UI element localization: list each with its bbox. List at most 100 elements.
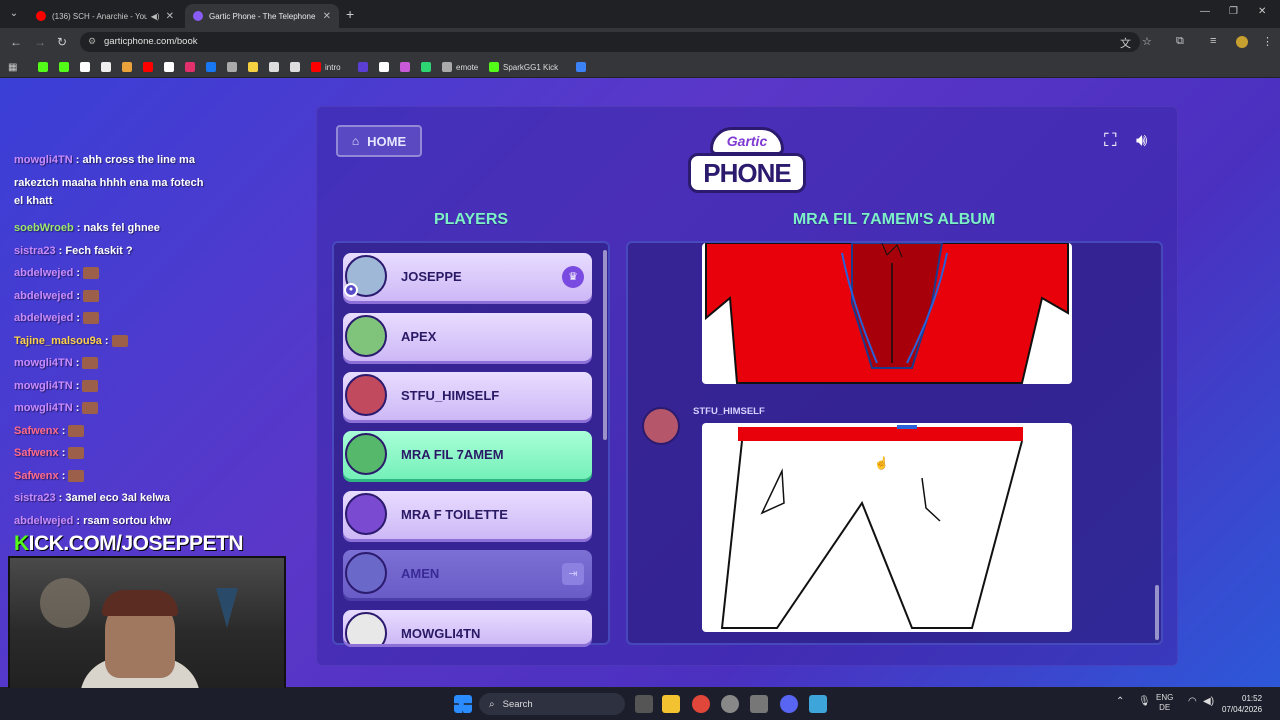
volume-icon[interactable]: 🔊︎ <box>1136 130 1147 151</box>
clock-time: 01:52 <box>1242 694 1263 703</box>
chat-username[interactable]: sistra23 <box>14 245 56 257</box>
speaker-icon[interactable]: ◀) <box>151 12 160 21</box>
bookmark-favicon-icon <box>122 62 132 72</box>
tray-chevron-icon[interactable]: ⌃ <box>1116 697 1124 707</box>
player-avatar <box>345 552 387 594</box>
player-name: STFU_HIMSELF <box>401 388 500 403</box>
bookmark-item[interactable] <box>576 60 590 74</box>
bookmark-item[interactable] <box>379 60 393 74</box>
bookmark-item[interactable]: emote <box>442 60 478 74</box>
menu-kebab-icon[interactable]: ⋮ <box>1262 35 1273 48</box>
bookmark-item[interactable] <box>122 60 136 74</box>
app-icon[interactable] <box>721 695 739 713</box>
forward-icon[interactable]: → <box>34 35 46 49</box>
chat-username[interactable]: Safwenx <box>14 425 59 437</box>
site-info-icon[interactable]: ⚙ <box>88 36 96 47</box>
fullscreen-icon[interactable]: ⛶ <box>1104 130 1117 151</box>
bookmark-item[interactable] <box>143 60 157 74</box>
discord-icon[interactable] <box>780 695 798 713</box>
bookmark-item[interactable] <box>206 60 220 74</box>
extensions-icon[interactable]: ⧉ <box>1176 35 1184 48</box>
notepad-icon[interactable] <box>809 695 827 713</box>
url-text[interactable]: garticphone.com/book <box>104 36 197 47</box>
tab-youtube[interactable]: (136) SCH - Anarchie - YouTube ◀) ✕ <box>28 4 182 28</box>
chat-username[interactable]: abdelwejed <box>14 312 73 324</box>
player-name: APEX <box>401 329 437 344</box>
chat-text: : <box>75 379 80 392</box>
players-scrollbar[interactable] <box>603 250 607 440</box>
chat-username[interactable]: soebWroeb <box>14 222 74 234</box>
album-heading: MRA FIL 7AMEM'S ALBUM <box>792 211 996 228</box>
restore-icon[interactable]: ❐ <box>1229 6 1238 17</box>
chat-username[interactable]: abdelwejed <box>14 267 73 279</box>
player-card[interactable]: MOWGLI4TN <box>343 610 592 644</box>
player-card[interactable]: MRA FIL 7AMEM <box>343 431 592 479</box>
player-card[interactable]: MRA F TOILETTE <box>343 491 592 539</box>
bookmark-item[interactable] <box>358 60 372 74</box>
chat-emote-icon <box>83 312 100 325</box>
microphone-icon[interactable]: 🎙︎ <box>1138 697 1151 707</box>
window-close-icon[interactable]: ✕ <box>1258 6 1266 17</box>
profile-avatar[interactable] <box>1236 36 1248 48</box>
apps-grid-icon[interactable]: ▦ <box>8 60 17 74</box>
bookmark-item[interactable] <box>227 60 241 74</box>
taskbar-clock[interactable]: 01:52 07/04/2026 <box>1222 693 1262 715</box>
chat-username[interactable]: mowgli4TN <box>14 154 73 166</box>
crown-icon: ♛ <box>562 266 584 288</box>
chat-username[interactable]: Safwenx <box>14 470 59 482</box>
speaker-tray-icon[interactable]: ◀) <box>1203 697 1214 707</box>
language-indicator[interactable]: ENG DE <box>1156 693 1173 713</box>
chat-emote-icon <box>83 267 100 280</box>
bookmark-item[interactable] <box>290 60 304 74</box>
chat-username[interactable]: abdelwejed <box>14 515 73 527</box>
minimize-icon[interactable]: — <box>1200 6 1210 17</box>
chat-username[interactable]: Safwenx <box>14 447 59 459</box>
bookmark-label: emote <box>456 62 479 72</box>
reload-icon[interactable]: ↻ <box>57 35 67 49</box>
bookmark-item[interactable] <box>59 60 73 74</box>
address-bar[interactable] <box>80 32 1140 52</box>
reading-list-icon[interactable]: ≡ <box>1210 35 1216 47</box>
chat-username[interactable]: sistra23 <box>14 492 56 504</box>
player-name: MRA F TOILETTE <box>401 507 508 522</box>
bookmark-item[interactable] <box>38 60 52 74</box>
tab-gartic[interactable]: Gartic Phone - The Telephone Game ✕ <box>185 4 339 28</box>
close-tab-icon[interactable]: ✕ <box>323 11 331 22</box>
tab-search-icon[interactable]: ⌄ <box>6 6 22 22</box>
task-view-icon[interactable] <box>635 695 653 713</box>
bookmark-item[interactable] <box>101 60 115 74</box>
back-icon[interactable]: ← <box>10 35 22 49</box>
translate-icon[interactable]: 文 <box>1120 35 1131 51</box>
settings-icon[interactable] <box>750 695 768 713</box>
new-tab-icon[interactable]: + <box>346 6 354 22</box>
bookmark-item[interactable] <box>421 60 435 74</box>
chat-username[interactable]: Tajine_malsou9a <box>14 335 102 347</box>
close-tab-icon[interactable]: ✕ <box>166 11 174 22</box>
chat-username[interactable]: mowgli4TN <box>14 380 73 392</box>
chrome-icon[interactable] <box>692 695 710 713</box>
bookmark-item[interactable] <box>185 60 199 74</box>
home-button[interactable]: ⌂ HOME <box>336 125 422 157</box>
file-explorer-icon[interactable] <box>662 695 680 713</box>
player-card[interactable]: APEX <box>343 313 592 361</box>
album-scrollbar[interactable] <box>1155 585 1159 640</box>
bookmark-item[interactable] <box>400 60 414 74</box>
chat-username[interactable]: abdelwejed <box>14 290 73 302</box>
bookmark-item[interactable]: intro <box>311 60 341 74</box>
chat-username[interactable]: mowgli4TN <box>14 402 73 414</box>
wifi-icon[interactable]: ◠ <box>1188 697 1197 707</box>
bookmark-star-icon[interactable]: ☆ <box>1142 35 1152 48</box>
chat-username[interactable]: mowgli4TN <box>14 357 73 369</box>
player-card[interactable]: ● JOSEPPE ♛ <box>343 253 592 301</box>
chat-emote-icon <box>111 334 128 347</box>
player-card[interactable]: AMEN ⇥ <box>343 550 592 598</box>
bookmark-item[interactable] <box>164 60 178 74</box>
player-name: MOWGLI4TN <box>401 626 481 641</box>
bookmark-item[interactable] <box>248 60 262 74</box>
bookmark-item[interactable] <box>269 60 283 74</box>
bookmark-item[interactable] <box>80 60 94 74</box>
player-card[interactable]: STFU_HIMSELF <box>343 372 592 420</box>
bookmark-item[interactable]: SparkGG1 Kick <box>489 60 558 74</box>
album-drawing-shirt <box>702 243 1072 384</box>
taskbar-search[interactable]: ⌕ Search <box>479 693 625 715</box>
